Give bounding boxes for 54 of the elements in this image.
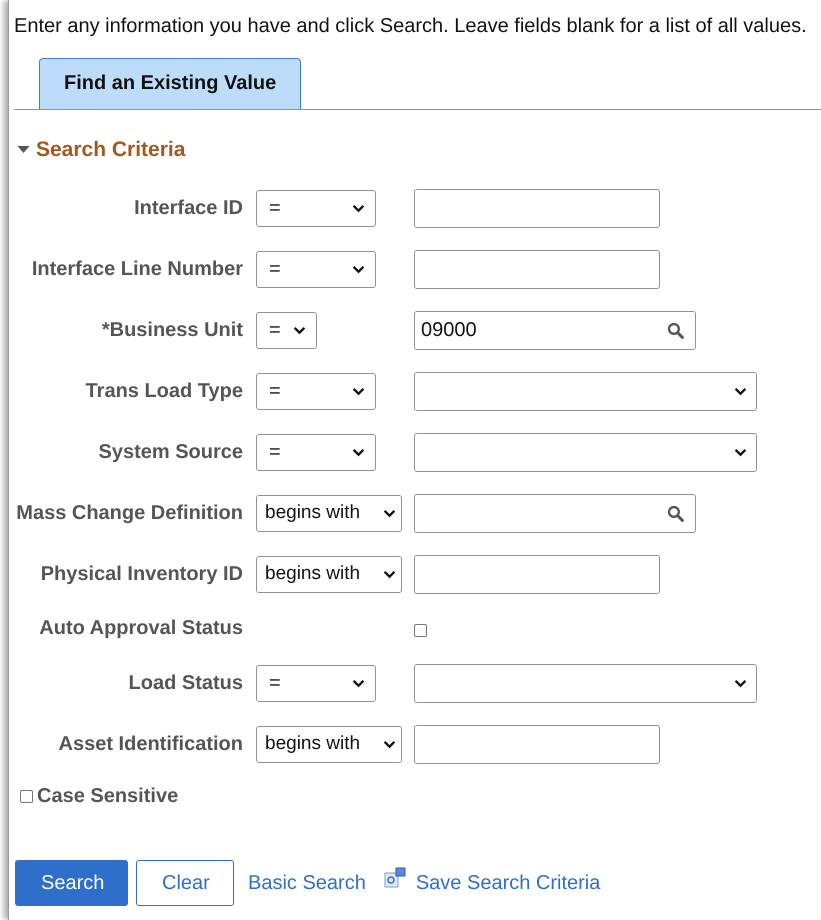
- checkbox[interactable]: [20, 790, 33, 803]
- chevron-down-icon: [352, 386, 365, 396]
- operator-dropdown[interactable]: begins with: [256, 726, 402, 762]
- operator-dropdown[interactable]: begins with: [256, 494, 402, 532]
- operator-dropdown[interactable]: =: [256, 250, 376, 288]
- input-field[interactable]: [414, 250, 660, 288]
- input-field[interactable]: [414, 188, 660, 228]
- value-dropdown[interactable]: [414, 372, 757, 410]
- chevron-down-icon: [734, 448, 747, 456]
- chevron-down-icon: [734, 678, 747, 688]
- field-label: Asset Identification: [58, 732, 243, 756]
- link[interactable]: Save Search Criteria: [416, 872, 600, 894]
- field-label: *Business Unit: [102, 318, 243, 342]
- operator-dropdown[interactable]: begins with: [256, 556, 402, 592]
- input-field[interactable]: [414, 554, 660, 594]
- value-dropdown[interactable]: [414, 432, 757, 472]
- field-label: Trans Load Type: [86, 380, 243, 402]
- operator-dropdown[interactable]: =: [256, 190, 376, 226]
- chevron-down-icon: [734, 386, 747, 396]
- checkbox[interactable]: [414, 624, 427, 636]
- chevron-down-icon: [352, 264, 365, 274]
- lookup-field[interactable]: [414, 494, 696, 532]
- chevron-down-icon: [352, 448, 365, 456]
- instruction-text: Enter any information you have and click Search. Leave fields blank for a list of all values.: [14, 14, 808, 38]
- tab[interactable]: Find an Existing Value: [39, 58, 302, 109]
- search-icon[interactable]: [667, 504, 684, 522]
- field-label: System Source: [98, 440, 243, 464]
- field-label: Load Status: [128, 672, 243, 694]
- chevron-down-icon: [383, 740, 396, 748]
- field-label: Interface Line Number: [32, 258, 243, 280]
- caret-icon[interactable]: [17, 146, 30, 154]
- field-label: Mass Change Definition: [16, 502, 243, 524]
- link[interactable]: Basic Search: [248, 872, 366, 894]
- operator-dropdown[interactable]: =: [256, 664, 376, 702]
- clear-button[interactable]: Clear: [136, 860, 234, 906]
- chevron-down-icon: [383, 508, 396, 518]
- chevron-down-icon: [383, 570, 396, 578]
- checkbox-label: Case Sensitive: [37, 785, 178, 808]
- save-search-icon[interactable]: [384, 867, 406, 889]
- chevron-down-icon: [352, 204, 365, 212]
- field-label: Interface ID: [134, 196, 243, 220]
- value-dropdown[interactable]: [414, 664, 757, 702]
- field-label: Auto Approval Status: [39, 616, 243, 640]
- lookup-field[interactable]: 09000: [414, 310, 696, 350]
- search-icon[interactable]: [667, 322, 684, 338]
- search-button[interactable]: Search: [15, 860, 128, 906]
- chevron-down-icon: [352, 678, 365, 688]
- operator-dropdown[interactable]: =: [256, 434, 376, 470]
- input-field[interactable]: [414, 724, 660, 764]
- field-label: Physical Inventory ID: [40, 562, 243, 586]
- operator-dropdown[interactable]: =: [256, 312, 317, 348]
- section-title[interactable]: Search Criteria: [36, 138, 186, 162]
- operator-dropdown[interactable]: =: [256, 372, 376, 410]
- chevron-down-icon: [293, 326, 306, 334]
